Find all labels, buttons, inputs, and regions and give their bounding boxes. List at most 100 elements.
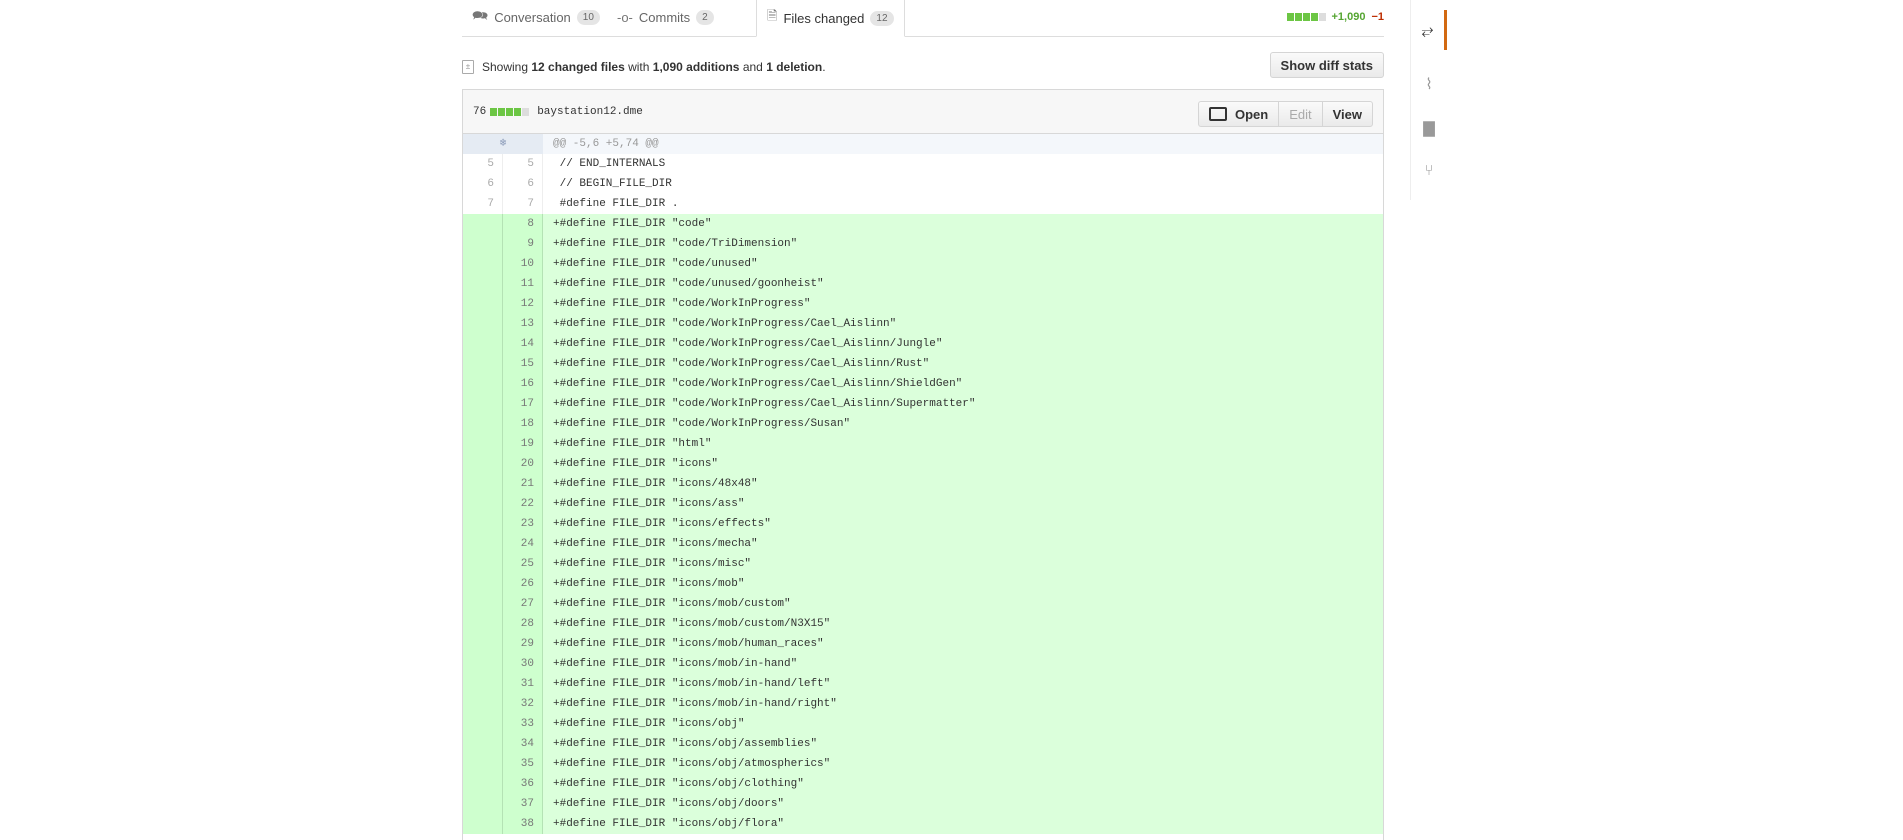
new-line-number[interactable]: 20 xyxy=(503,454,543,474)
new-line-number[interactable]: 27 xyxy=(503,594,543,614)
old-line-number[interactable] xyxy=(463,534,503,554)
new-line-number[interactable]: 6 xyxy=(503,174,543,194)
new-line-number[interactable]: 9 xyxy=(503,234,543,254)
old-line-number[interactable] xyxy=(463,454,503,474)
old-line-number[interactable] xyxy=(463,614,503,634)
diff-summary-text: Showing 12 changed files with 1,090 addi… xyxy=(482,60,826,74)
old-line-number[interactable] xyxy=(463,574,503,594)
new-line-number[interactable]: 11 xyxy=(503,274,543,294)
old-line-number[interactable] xyxy=(463,554,503,574)
line-code: +#define FILE_DIR "icons/mob/human_races… xyxy=(553,638,824,650)
new-line-number[interactable]: 28 xyxy=(503,614,543,634)
new-line-number[interactable]: 22 xyxy=(503,494,543,514)
new-line-number[interactable]: 21 xyxy=(503,474,543,494)
diffstat-blocks xyxy=(1286,13,1326,21)
new-line-number[interactable]: 34 xyxy=(503,734,543,754)
new-line-number[interactable]: 10 xyxy=(503,254,543,274)
new-line-number[interactable]: 16 xyxy=(503,374,543,394)
new-line-number[interactable]: 13 xyxy=(503,314,543,334)
line-code: +#define FILE_DIR "icons/obj" xyxy=(553,718,745,730)
added-line: 12 +#define FILE_DIR "code/WorkInProgress… xyxy=(463,294,1383,314)
old-line-number[interactable] xyxy=(463,274,503,294)
old-line-number[interactable] xyxy=(463,694,503,714)
tab-commits[interactable]: -o- Commits 2 xyxy=(607,0,724,35)
old-line-number[interactable] xyxy=(463,334,503,354)
line-code: +#define FILE_DIR "html" xyxy=(553,438,712,450)
old-line-number[interactable] xyxy=(463,794,503,814)
old-line-number[interactable] xyxy=(463,254,503,274)
new-line-number[interactable]: 17 xyxy=(503,394,543,414)
changed-files-link[interactable]: 12 changed files xyxy=(531,60,624,74)
new-line-number[interactable]: 32 xyxy=(503,694,543,714)
open-button[interactable]: Open xyxy=(1197,101,1280,127)
old-line-number[interactable] xyxy=(463,414,503,434)
old-line-number[interactable]: 7 xyxy=(463,194,503,214)
new-line-number[interactable]: 24 xyxy=(503,534,543,554)
new-line-number[interactable]: 29 xyxy=(503,634,543,654)
old-line-number[interactable] xyxy=(463,734,503,754)
deletions-count: −1 xyxy=(1371,11,1384,23)
expand-icon[interactable]: ❄ xyxy=(463,134,543,154)
pulse-icon[interactable]: ⌇ xyxy=(1411,64,1447,104)
new-line-number[interactable]: 37 xyxy=(503,794,543,814)
line-code: +#define FILE_DIR "icons/mecha" xyxy=(553,538,758,550)
old-line-number[interactable]: 6 xyxy=(463,174,503,194)
graph-icon[interactable]: ▇ xyxy=(1411,108,1447,148)
old-line-number[interactable] xyxy=(463,754,503,774)
edit-button[interactable]: Edit xyxy=(1278,101,1323,127)
new-line-number[interactable]: 23 xyxy=(503,514,543,534)
line-code: +#define FILE_DIR "code/unused" xyxy=(553,258,758,270)
old-line-number[interactable]: 5 xyxy=(463,154,503,174)
line-code: +#define FILE_DIR "icons/effects" xyxy=(553,518,771,530)
old-line-number[interactable] xyxy=(463,374,503,394)
view-button[interactable]: View xyxy=(1321,101,1373,127)
new-line-number[interactable]: 25 xyxy=(503,554,543,574)
new-line-number[interactable]: 36 xyxy=(503,774,543,794)
old-line-number[interactable] xyxy=(463,594,503,614)
new-line-number[interactable]: 14 xyxy=(503,334,543,354)
added-line: 36 +#define FILE_DIR "icons/obj/clothing" xyxy=(463,774,1383,794)
new-line-number[interactable]: 30 xyxy=(503,654,543,674)
old-line-number[interactable] xyxy=(463,354,503,374)
show-diff-stats-button[interactable]: Show diff stats xyxy=(1269,52,1384,78)
old-line-number[interactable] xyxy=(463,234,503,254)
new-line-number[interactable]: 19 xyxy=(503,434,543,454)
new-line-number[interactable]: 12 xyxy=(503,294,543,314)
hunk-header: ❄ @@ -5,6 +5,74 @@ xyxy=(463,134,1383,154)
branch-icon[interactable]: ⑂ xyxy=(1411,150,1447,190)
old-line-number[interactable] xyxy=(463,514,503,534)
new-line-number[interactable]: 18 xyxy=(503,414,543,434)
old-line-number[interactable] xyxy=(463,814,503,834)
new-line-number[interactable]: 31 xyxy=(503,674,543,694)
old-line-number[interactable] xyxy=(463,494,503,514)
line-code: +#define FILE_DIR "icons/mob/in-hand/lef… xyxy=(553,678,831,690)
file-diff-icon: ± xyxy=(462,60,474,74)
old-line-number[interactable] xyxy=(463,434,503,454)
old-line-number[interactable] xyxy=(463,714,503,734)
old-line-number[interactable] xyxy=(463,314,503,334)
old-line-number[interactable] xyxy=(463,674,503,694)
old-line-number[interactable] xyxy=(463,654,503,674)
tab-files-changed[interactable]: 🗎 Files changed 12 xyxy=(756,0,905,37)
old-line-number[interactable] xyxy=(463,294,503,314)
old-line-number[interactable] xyxy=(463,474,503,494)
new-line-number[interactable]: 33 xyxy=(503,714,543,734)
pull-request-icon[interactable]: ⥂ xyxy=(1411,10,1447,50)
new-line-number[interactable]: 8 xyxy=(503,214,543,234)
old-line-number[interactable] xyxy=(463,774,503,794)
tab-conversation[interactable]: 🗪 Conversation 10 xyxy=(462,0,610,35)
old-line-number[interactable] xyxy=(463,394,503,414)
old-line-number[interactable] xyxy=(463,634,503,654)
new-line-number[interactable]: 35 xyxy=(503,754,543,774)
new-line-number[interactable]: 26 xyxy=(503,574,543,594)
new-line-number[interactable]: 5 xyxy=(503,154,543,174)
line-code: +#define FILE_DIR "icons/misc" xyxy=(553,558,752,570)
old-line-number[interactable] xyxy=(463,214,503,234)
line-code: +#define FILE_DIR "icons/obj/clothing" xyxy=(553,778,804,790)
file-name[interactable]: baystation12.dme xyxy=(537,106,643,118)
line-code: +#define FILE_DIR "icons/mob" xyxy=(553,578,745,590)
new-line-number[interactable]: 38 xyxy=(503,814,543,834)
new-line-number[interactable]: 7 xyxy=(503,194,543,214)
added-line: 16 +#define FILE_DIR "code/WorkInProgress… xyxy=(463,374,1383,394)
new-line-number[interactable]: 15 xyxy=(503,354,543,374)
